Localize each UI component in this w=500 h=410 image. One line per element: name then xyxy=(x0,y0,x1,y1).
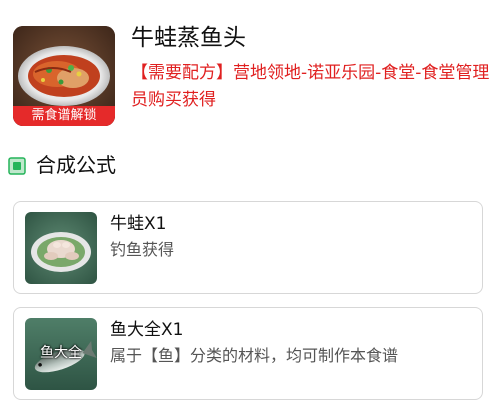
ingredient-image-caption: 鱼大全 xyxy=(40,345,82,361)
recipe-title: 牛蛙蒸鱼头 xyxy=(131,25,246,51)
bullfrog-on-plate-icon xyxy=(25,212,97,284)
recipe-source-text: 【需要配方】营地领地-诺亚乐园-食堂-食堂管理员购买获得 xyxy=(131,63,490,110)
recipe-header: 需食谱解锁 牛蛙蒸鱼头 【需要配方】营地领地-诺亚乐园-食堂-食堂管理员购买获得 xyxy=(13,25,489,126)
ingredient-name: 鱼大全X1 xyxy=(110,320,184,340)
ingredient-image xyxy=(25,212,97,284)
section-title: 合成公式 xyxy=(36,153,116,177)
recipe-lock-badge: 需食谱解锁 xyxy=(13,106,115,126)
section-heading: 合成公式 xyxy=(8,150,308,180)
ingredient-name: 牛蛙X1 xyxy=(110,214,167,234)
dish-image[interactable]: 需食谱解锁 xyxy=(13,26,115,126)
green-square-icon xyxy=(8,157,26,175)
ingredient-card[interactable]: 牛蛙X1 钓鱼获得 xyxy=(13,201,483,294)
ingredient-description: 钓鱼获得 xyxy=(110,240,175,259)
ingredient-description: 属于【鱼】分类的材料，均可制作本食谱 xyxy=(110,346,399,365)
ingredient-card[interactable]: 鱼大全 鱼大全X1 属于【鱼】分类的材料，均可制作本食谱 xyxy=(13,307,483,400)
ingredient-image: 鱼大全 xyxy=(25,318,97,390)
